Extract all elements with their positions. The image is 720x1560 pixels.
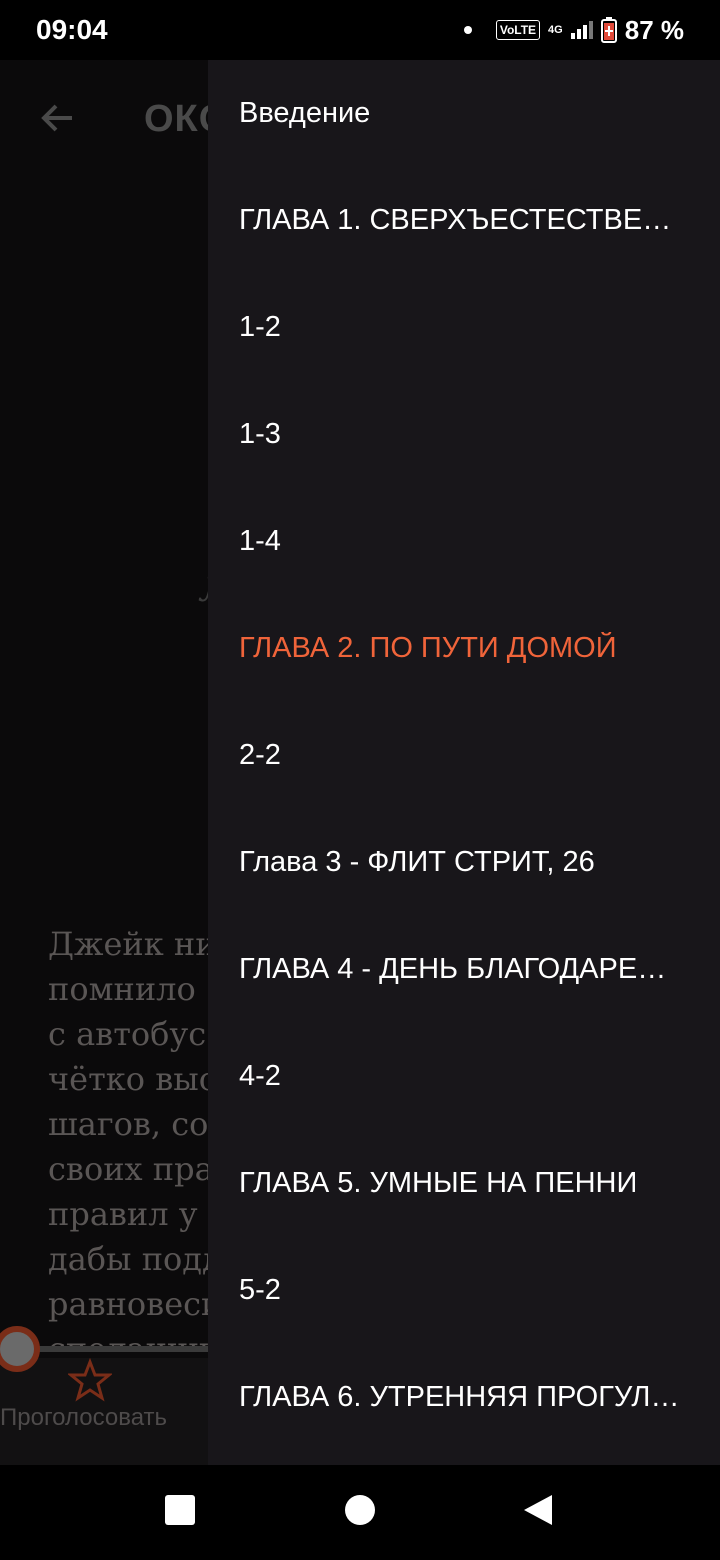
toc-list: Введение ГЛАВА 1. СВЕРХЪЕСТЕСТВЕННОЕ 1-2 1-… [208, 60, 720, 1451]
back-button[interactable] [522, 1493, 554, 1527]
status-bar: 09:04 VoLTE 4G 87 % [0, 0, 720, 60]
toc-item-label: 5-2 [239, 1274, 281, 1306]
back-arrow-icon[interactable] [38, 98, 78, 138]
volte-icon: VoLTE [495, 20, 541, 40]
toc-item-label: 2-2 [239, 739, 281, 771]
toc-item-label: ГЛАВА 2. ПО ПУТИ ДОМОЙ [239, 632, 617, 664]
toc-item-label: 1-2 [239, 311, 281, 343]
toc-item-label: Глава 3 - ФЛИТ СТРИТ, 26 [239, 846, 595, 878]
toc-item-label: ГЛАВА 5. УМНЫЕ НА ПЕННИ [239, 1167, 638, 1199]
toc-item[interactable]: ГЛАВА 2. ПО ПУТИ ДОМОЙ [208, 595, 720, 702]
toc-item-label: 4-2 [239, 1060, 281, 1092]
home-button[interactable] [345, 1495, 375, 1525]
signal-icon [570, 21, 593, 39]
toc-item[interactable]: 1-4 [208, 488, 720, 595]
toc-item-label: ГЛАВА 6. УТРЕННЯЯ ПРОГУЛКА [239, 1381, 680, 1413]
toc-item[interactable]: 1-2 [208, 274, 720, 381]
notification-dot-icon [463, 26, 472, 34]
navigation-bar [0, 1465, 720, 1560]
toc-item[interactable]: 2-2 [208, 702, 720, 809]
toc-item[interactable]: Глава 3 - ФЛИТ СТРИТ, 26 [208, 809, 720, 916]
battery-percent: 87 % [624, 14, 684, 45]
status-icons: VoLTE 4G 87 % [463, 12, 684, 48]
toc-item[interactable]: ГЛАВА 5. УМНЫЕ НА ПЕННИ [208, 1130, 720, 1237]
toc-item[interactable]: ГЛАВА 6. УТРЕННЯЯ ПРОГУЛКА [208, 1344, 720, 1451]
toc-item[interactable]: ГЛАВА 4 - ДЕНЬ БЛАГОДАРЕНИЯ [208, 916, 720, 1023]
toc-item-label: ГЛАВА 4 - ДЕНЬ БЛАГОДАРЕНИЯ [239, 953, 680, 985]
toc-item-label: 1-3 [239, 418, 281, 450]
network-type-icon: 4G [548, 24, 563, 36]
toc-item-label: 1-4 [239, 525, 281, 557]
battery-icon [600, 17, 617, 43]
toc-item-label: ГЛАВА 1. СВЕРХЪЕСТЕСТВЕННОЕ [239, 204, 680, 236]
star-icon[interactable] [66, 1357, 114, 1402]
toc-item[interactable]: 4-2 [208, 1023, 720, 1130]
status-time: 09:04 [36, 14, 108, 45]
recents-button[interactable] [165, 1495, 195, 1525]
toc-item-label: Введение [239, 97, 371, 129]
toc-drawer: Введение ГЛАВА 1. СВЕРХЪЕСТЕСТВЕННОЕ 1-2 1-… [208, 60, 720, 1465]
vote-button-label[interactable]: Проголосовать [0, 1402, 180, 1434]
toc-item[interactable]: Введение [208, 60, 720, 167]
toc-item[interactable]: 5-2 [208, 1237, 720, 1344]
toc-item[interactable]: ГЛАВА 1. СВЕРХЪЕСТЕСТВЕННОЕ [208, 167, 720, 274]
toc-item[interactable]: 1-3 [208, 381, 720, 488]
